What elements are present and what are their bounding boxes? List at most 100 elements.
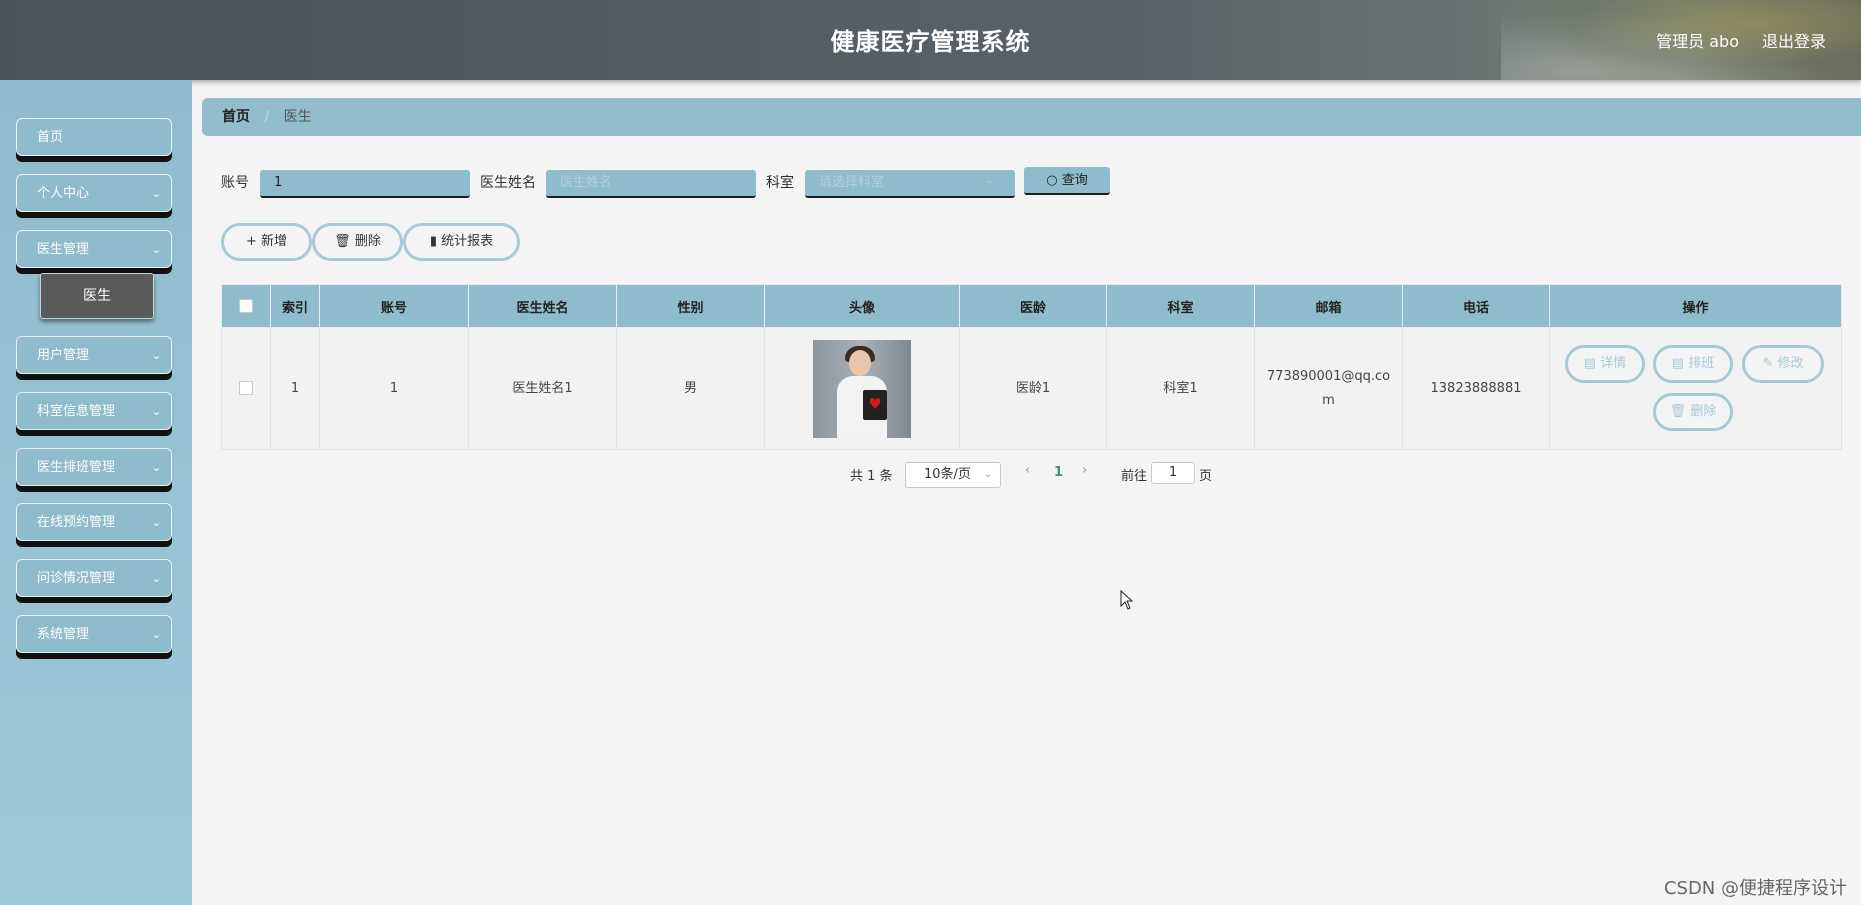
add-button[interactable]: + 新增 bbox=[221, 223, 312, 261]
sidebar-item-appointment-management[interactable]: 在线预约管理 ⌄ bbox=[16, 503, 172, 541]
column-header: 操作 bbox=[1549, 284, 1842, 328]
doctor-avatar[interactable]: ♥ bbox=[813, 339, 911, 438]
detail-button-label: 详情 bbox=[1600, 356, 1627, 371]
sidebar-item-label: 在线预约管理 bbox=[37, 515, 116, 530]
cell-email: 773890001@qq.com bbox=[1254, 327, 1403, 450]
next-page-icon[interactable]: › bbox=[1082, 463, 1087, 478]
report-button-label: 统计报表 bbox=[441, 234, 494, 249]
chevron-down-icon: ⌄ bbox=[151, 628, 161, 641]
sidebar-item-label: 用户管理 bbox=[37, 348, 90, 363]
column-header: 性别 bbox=[616, 284, 765, 328]
row-checkbox[interactable] bbox=[239, 381, 253, 395]
sidebar-item-label: 系统管理 bbox=[37, 627, 90, 642]
doctor-name-input[interactable] bbox=[546, 170, 756, 198]
account-label: 账号 bbox=[221, 175, 249, 191]
department-label: 科室 bbox=[766, 175, 794, 191]
app-title: 健康医疗管理系统 bbox=[830, 28, 1031, 56]
search-icon: ○ bbox=[1046, 173, 1058, 188]
sidebar-item-home[interactable]: 首页 bbox=[16, 118, 172, 156]
watermark: CSDN @便捷程序设计 bbox=[1663, 878, 1847, 899]
query-button-label: 查询 bbox=[1061, 173, 1088, 188]
sidebar-item-user-management[interactable]: 用户管理 ⌄ bbox=[16, 336, 172, 374]
chevron-down-icon: ⌄ bbox=[151, 243, 161, 256]
department-select[interactable] bbox=[805, 170, 1015, 198]
select-all-header bbox=[221, 284, 271, 328]
column-header: 邮箱 bbox=[1254, 284, 1403, 328]
edit-button[interactable]: ✎ 修改 bbox=[1742, 345, 1824, 383]
page-size-value: 10条/页 bbox=[924, 467, 971, 482]
cell-gender: 男 bbox=[616, 327, 765, 450]
account-input[interactable] bbox=[260, 170, 470, 198]
edit-button-label: 修改 bbox=[1777, 356, 1804, 371]
cell-department: 科室1 bbox=[1106, 327, 1255, 450]
sidebar-item-label: 首页 bbox=[37, 130, 64, 145]
goto-label: 前往 bbox=[1121, 469, 1148, 484]
sidebar-item-label: 个人中心 bbox=[37, 186, 90, 201]
cell-account: 1 bbox=[319, 327, 469, 450]
query-button[interactable]: ○ 查询 bbox=[1024, 167, 1110, 195]
page-suffix: 页 bbox=[1199, 469, 1213, 484]
add-button-label: 新增 bbox=[261, 234, 288, 249]
detail-button[interactable]: ▤ 详情 bbox=[1565, 345, 1645, 383]
chevron-down-icon: ⌄ bbox=[151, 349, 161, 362]
sidebar-item-department-management[interactable]: 科室信息管理 ⌄ bbox=[16, 392, 172, 430]
mouse-cursor-icon bbox=[1120, 590, 1134, 610]
sidebar-item-label: 医生管理 bbox=[37, 242, 90, 257]
sidebar-item-consultation-management[interactable]: 问诊情况管理 ⌄ bbox=[16, 559, 172, 597]
column-header: 医龄 bbox=[959, 284, 1107, 328]
prev-page-icon[interactable]: ‹ bbox=[1025, 463, 1030, 478]
chevron-down-icon: ⌄ bbox=[151, 572, 161, 585]
cell-phone: 13823888881 bbox=[1402, 327, 1550, 450]
breadcrumb-home[interactable]: 首页 bbox=[222, 109, 250, 125]
pagination-total: 共 1 条 bbox=[850, 469, 893, 484]
logout-link[interactable]: 退出登录 bbox=[1762, 28, 1826, 52]
cell-avatar: ♥ bbox=[764, 327, 960, 450]
cell-index: 1 bbox=[270, 327, 320, 450]
chevron-down-icon: ⌄ bbox=[151, 516, 161, 529]
column-header: 账号 bbox=[319, 284, 469, 328]
breadcrumb-current: 医生 bbox=[283, 109, 312, 125]
cell-name: 医生姓名1 bbox=[468, 327, 617, 450]
sidebar-subitem-doctor[interactable]: 医生 bbox=[40, 273, 154, 319]
pencil-icon: ✎ bbox=[1762, 356, 1774, 371]
chevron-down-icon: ⌄ bbox=[151, 405, 161, 418]
chevron-down-icon: ⌄ bbox=[983, 469, 992, 480]
row-delete-button-label: 删除 bbox=[1690, 404, 1717, 419]
sidebar-item-label: 问诊情况管理 bbox=[37, 571, 116, 586]
column-header: 索引 bbox=[270, 284, 320, 328]
delete-button[interactable]: 🗑 删除 bbox=[312, 223, 403, 261]
trash-icon: 🗑 bbox=[1669, 404, 1687, 419]
plus-icon: + bbox=[245, 234, 257, 249]
doctor-name-label: 医生姓名 bbox=[480, 175, 536, 191]
chevron-down-icon: ⌄ bbox=[151, 187, 161, 200]
current-user: 管理员 abo bbox=[1656, 32, 1739, 51]
document-icon: ▤ bbox=[1671, 356, 1685, 371]
chevron-down-icon: ⌄ bbox=[985, 175, 994, 186]
schedule-button[interactable]: ▤ 排班 bbox=[1653, 345, 1733, 383]
top-header: 健康医疗管理系统 管理员 abo 退出登录 bbox=[0, 0, 1861, 80]
sidebar-item-system-management[interactable]: 系统管理 ⌄ bbox=[16, 615, 172, 653]
sidebar-item-label: 医生排班管理 bbox=[37, 460, 116, 475]
sidebar-item-personal-center[interactable]: 个人中心 ⌄ bbox=[16, 174, 172, 212]
row-delete-button[interactable]: 🗑 删除 bbox=[1653, 393, 1733, 431]
page-size-select[interactable]: 10条/页 ⌄ bbox=[905, 462, 1001, 488]
goto-page-input[interactable]: 1 bbox=[1151, 462, 1195, 484]
report-button[interactable]: ▮ 统计报表 bbox=[403, 223, 520, 261]
column-header: 科室 bbox=[1106, 284, 1255, 328]
delete-button-label: 删除 bbox=[354, 234, 381, 249]
bar-chart-icon: ▮ bbox=[429, 234, 437, 249]
chevron-down-icon: ⌄ bbox=[151, 461, 161, 474]
schedule-button-label: 排班 bbox=[1688, 356, 1715, 371]
sidebar-item-schedule-management[interactable]: 医生排班管理 ⌄ bbox=[16, 448, 172, 486]
document-icon: ▤ bbox=[1583, 356, 1597, 371]
column-header: 头像 bbox=[764, 284, 960, 328]
column-header: 电话 bbox=[1402, 284, 1550, 328]
trash-icon: 🗑 bbox=[334, 234, 351, 249]
breadcrumb-separator: / bbox=[264, 109, 270, 125]
cell-seniority: 医龄1 bbox=[959, 327, 1107, 450]
heart-icon: ♥ bbox=[868, 394, 882, 413]
sidebar-item-doctor-management[interactable]: 医生管理 ⌄ bbox=[16, 230, 172, 268]
select-all-checkbox[interactable] bbox=[239, 299, 253, 313]
page-number-current[interactable]: 1 bbox=[1054, 465, 1063, 480]
row-select-cell bbox=[221, 327, 271, 450]
